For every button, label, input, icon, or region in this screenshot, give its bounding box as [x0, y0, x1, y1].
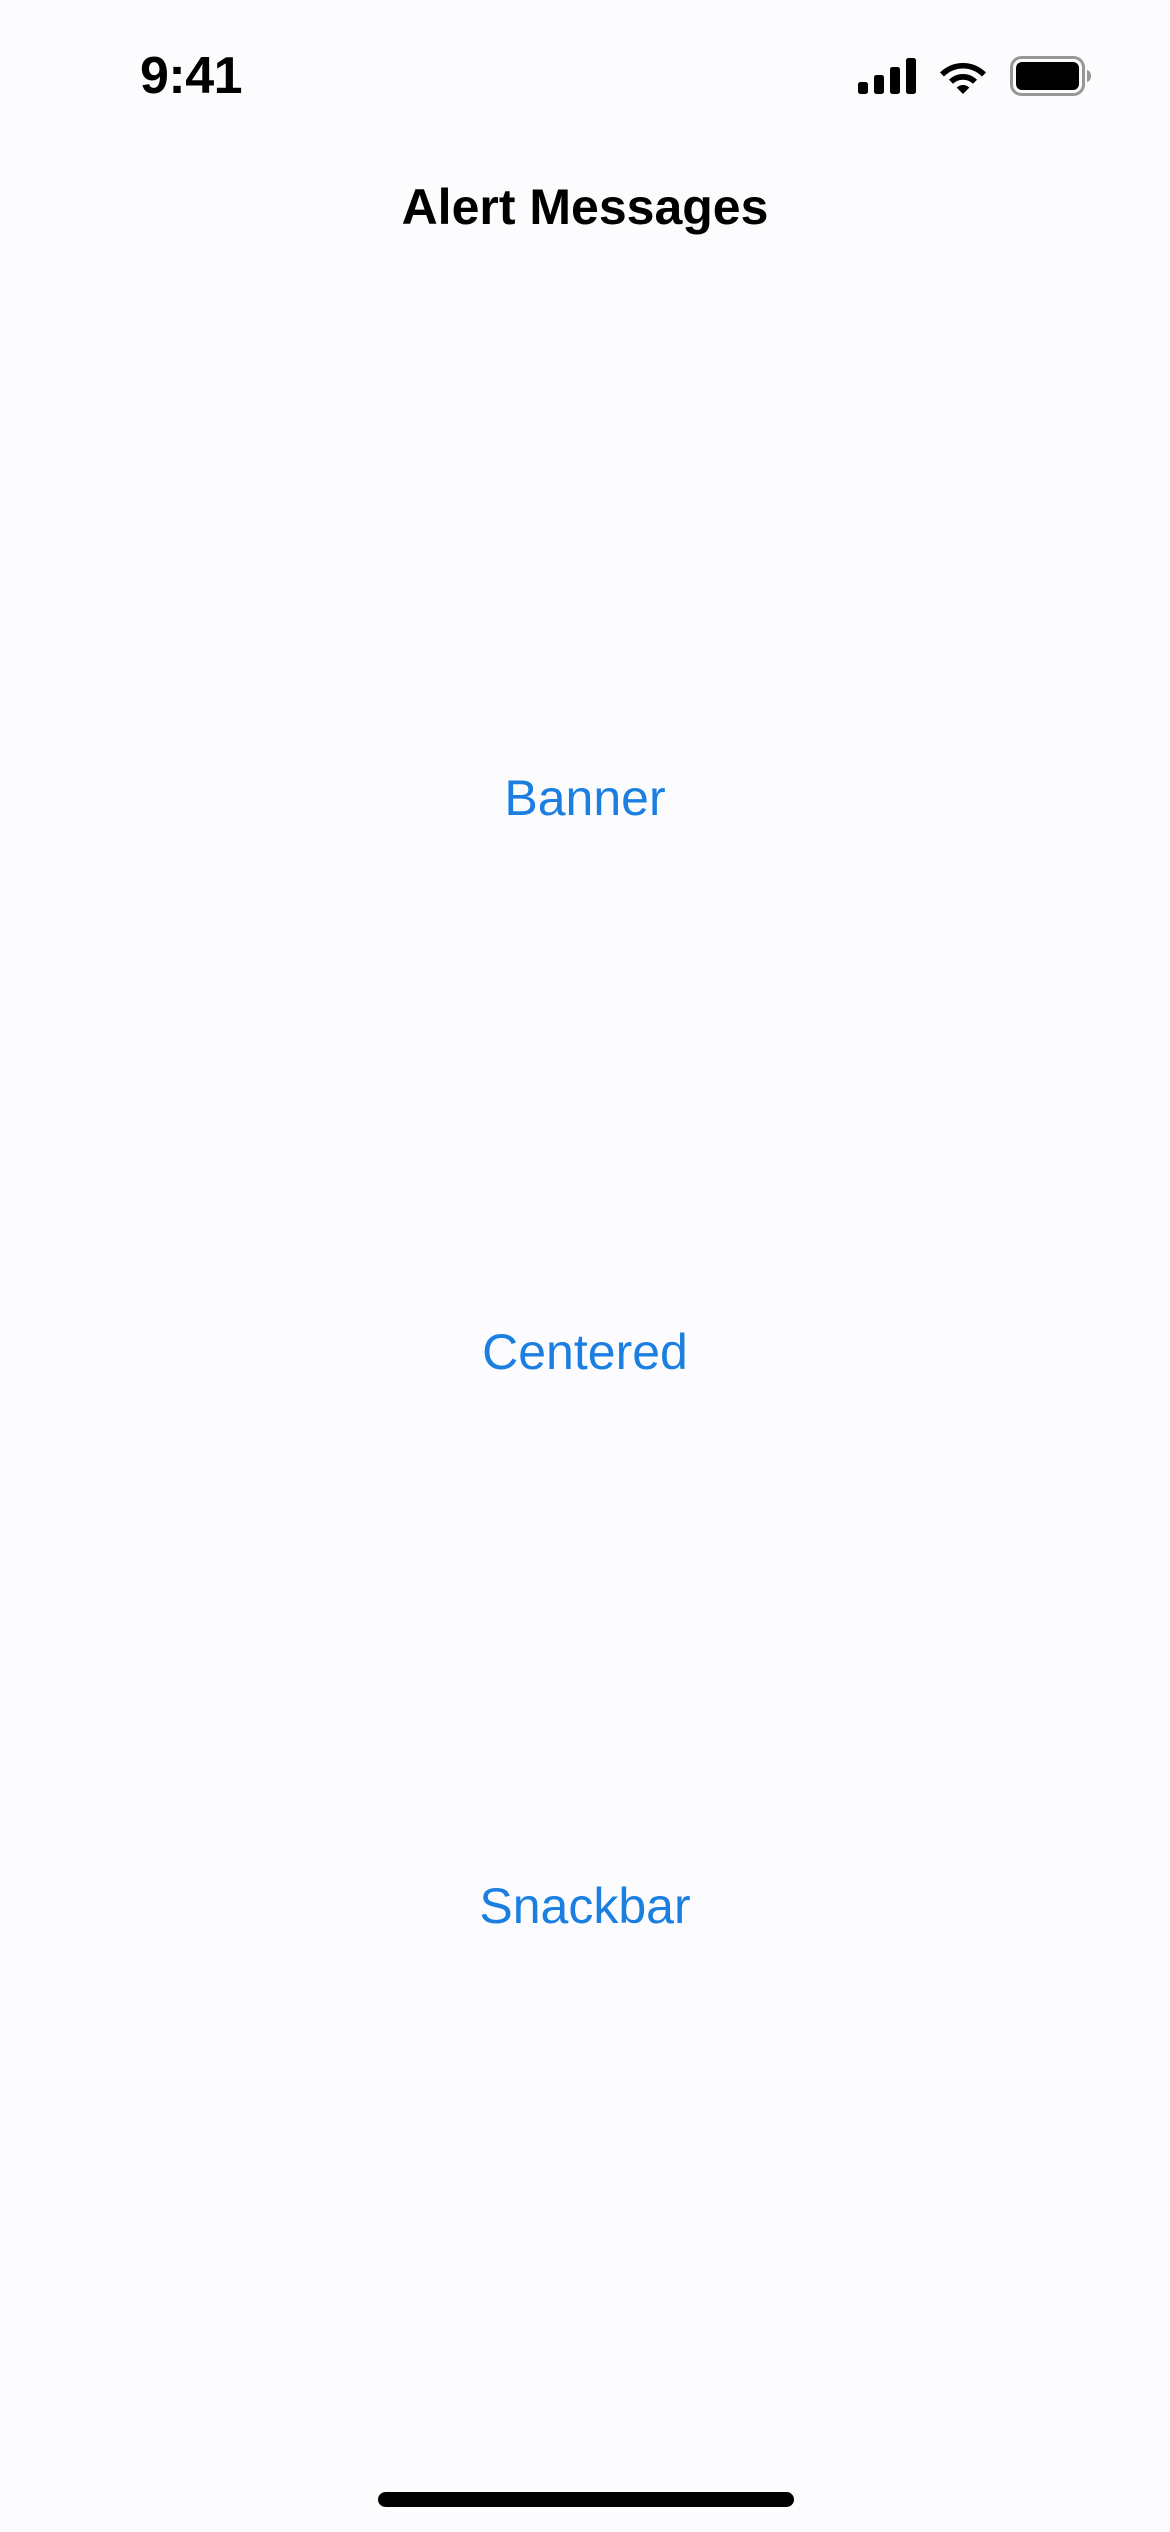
- cellular-signal-icon: [858, 58, 916, 94]
- status-icons: [858, 52, 1092, 100]
- banner-button[interactable]: Banner: [0, 758, 1170, 838]
- snackbar-button[interactable]: Snackbar: [0, 1866, 1170, 1946]
- centered-button[interactable]: Centered: [0, 1312, 1170, 1392]
- battery-icon: [1010, 56, 1091, 96]
- home-indicator[interactable]: [378, 2492, 794, 2507]
- status-time: 9:41: [140, 47, 243, 105]
- page-title: Alert Messages: [401, 179, 769, 235]
- status-bar: 9:41: [0, 0, 1170, 150]
- wifi-icon: [940, 63, 986, 94]
- app-screen: 9:41 Alert Messages Banner Centered Snac…: [0, 0, 1170, 2532]
